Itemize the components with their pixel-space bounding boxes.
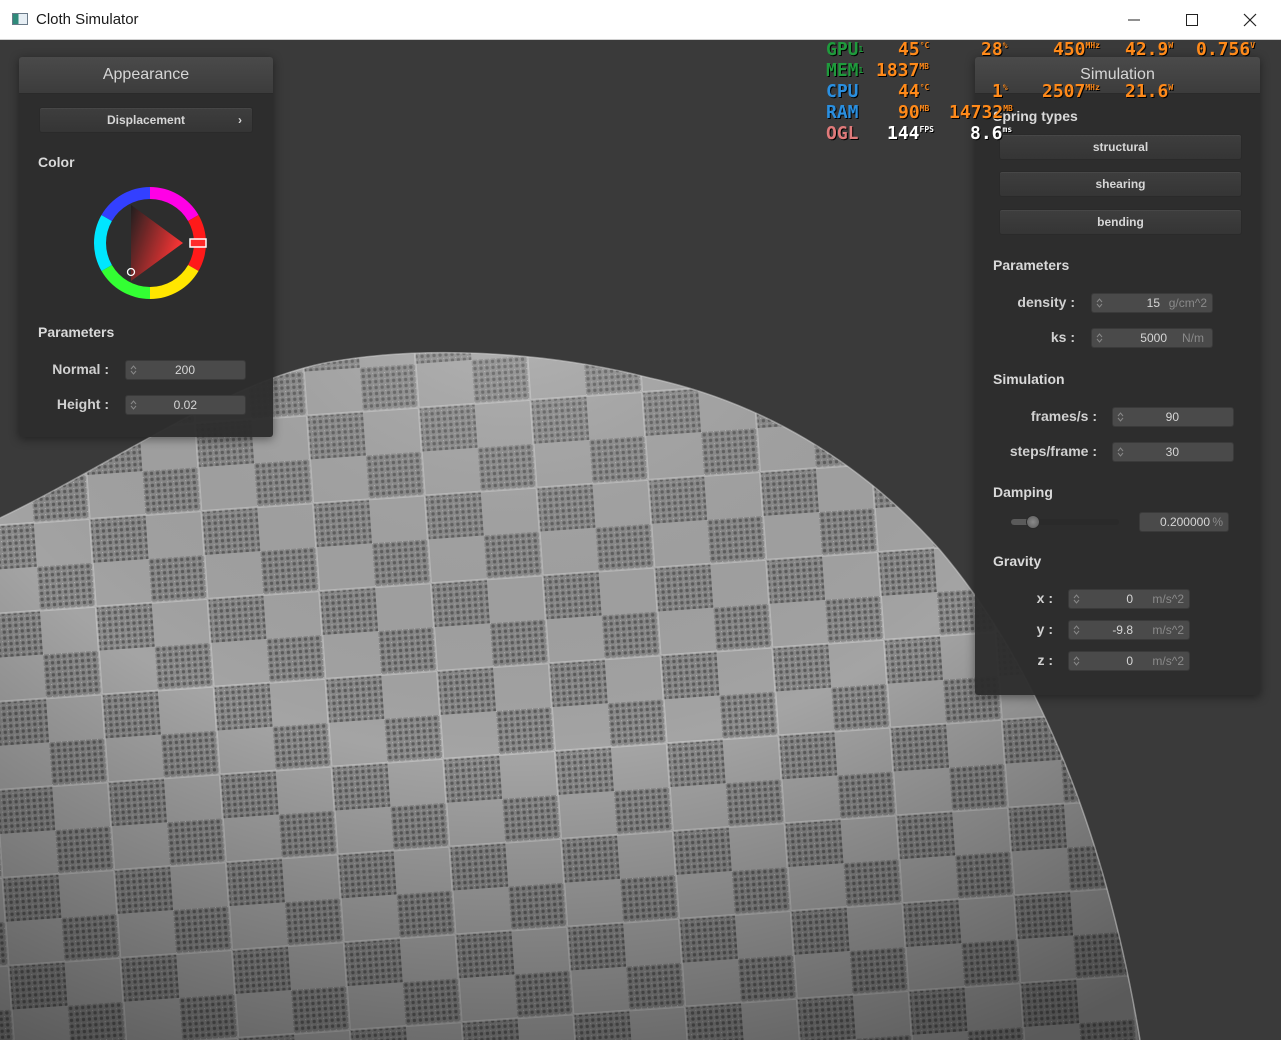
simulation-panel: Simulation Spring types structural shear… <box>975 57 1260 695</box>
spinner-icon[interactable] <box>1073 655 1080 667</box>
gravity-z-value: 0 <box>1126 654 1133 668</box>
color-wheel[interactable] <box>92 185 208 301</box>
damping-value: 0.200000 <box>1159 515 1210 529</box>
osd-gpu-load: 28% <box>981 39 1008 60</box>
osd-ram-value2: 14732MB <box>949 102 1013 123</box>
appearance-header[interactable]: Appearance <box>19 57 273 94</box>
osd-gpu-power: 42.9W <box>1125 39 1174 60</box>
damping-slider-knob[interactable] <box>1025 515 1040 529</box>
spinner-icon[interactable] <box>130 364 137 376</box>
frames-label: frames/s : <box>1030 408 1097 424</box>
density-label: density : <box>1017 294 1075 310</box>
spinner-icon[interactable] <box>130 399 137 411</box>
maximize-icon <box>1186 14 1198 26</box>
gravity-y-label: y : <box>1036 621 1053 637</box>
height-value: 0.02 <box>173 398 197 412</box>
minimize-icon <box>1128 19 1140 21</box>
sim-simulation-label: Simulation <box>993 371 1065 387</box>
normal-value: 200 <box>174 363 195 377</box>
gravity-y-input[interactable]: -9.8 m/s^2 <box>1068 620 1190 640</box>
gravity-x-input[interactable]: 0 m/s^2 <box>1068 589 1190 609</box>
osd-gpu-clock: 450MHz <box>1053 39 1100 60</box>
maximize-button[interactable] <box>1163 0 1221 39</box>
osd-ogl-label: OGL <box>826 123 859 144</box>
osd-ram-value: 90MB <box>898 102 930 123</box>
gravity-x-value: 0 <box>1126 592 1133 606</box>
displacement-label: Displacement <box>106 113 186 127</box>
density-unit: g/cm^2 <box>1168 296 1207 310</box>
color-label: Color <box>38 154 75 170</box>
osd-cpu-power: 21.6W <box>1125 81 1174 102</box>
ks-label: ks : <box>1050 329 1075 345</box>
gravity-x-label: x : <box>1036 590 1053 606</box>
app-icon <box>12 13 28 25</box>
osd-gpu-temp: 45°C <box>898 39 930 60</box>
density-input[interactable]: 15 g/cm^2 <box>1091 293 1213 313</box>
spinner-icon[interactable] <box>1117 446 1124 458</box>
ks-input[interactable]: 5000 N/m <box>1091 328 1213 348</box>
structural-button[interactable]: structural <box>999 134 1242 160</box>
simulation-header[interactable]: Simulation <box>975 57 1260 94</box>
frames-input[interactable]: 90 <box>1112 407 1234 427</box>
gravity-y-unit: m/s^2 <box>1152 623 1184 637</box>
gravity-z-unit: m/s^2 <box>1152 654 1184 668</box>
minimize-button[interactable] <box>1105 0 1163 39</box>
gravity-x-unit: m/s^2 <box>1152 592 1184 606</box>
osd-cpu-label: CPU <box>826 81 859 102</box>
spinner-icon[interactable] <box>1096 297 1103 309</box>
appearance-parameters-label: Parameters <box>38 324 115 340</box>
close-icon <box>1243 13 1257 27</box>
height-label: Height : <box>56 396 109 412</box>
osd-cpu-clock: 2507MHz <box>1042 81 1100 102</box>
normal-label: Normal : <box>52 361 109 377</box>
damping-unit: % <box>1212 515 1223 529</box>
osd-mem-value: 1837MB <box>876 60 929 81</box>
osd-gpu-voltage: 0.756V <box>1196 39 1256 60</box>
damping-input[interactable]: 0.200000 % <box>1139 512 1229 532</box>
damping-slider-track[interactable] <box>1011 515 1119 529</box>
osd-fps: 144FPS <box>887 123 934 144</box>
steps-input[interactable]: 30 <box>1112 442 1234 462</box>
height-input[interactable]: 0.02 <box>125 395 246 415</box>
title-bar: Cloth Simulator <box>0 0 1281 40</box>
steps-value: 30 <box>1165 445 1179 459</box>
spinner-icon[interactable] <box>1096 332 1103 344</box>
density-value: 15 <box>1146 296 1160 310</box>
osd-cpu-temp: 44°C <box>898 81 930 102</box>
ks-value: 5000 <box>1140 331 1167 345</box>
osd-gpu-label: GPU1 <box>826 39 864 60</box>
normal-input[interactable]: 200 <box>125 360 246 380</box>
close-button[interactable] <box>1221 0 1279 39</box>
gravity-z-label: z : <box>1037 652 1053 668</box>
appearance-panel: Appearance Displacement › Color Paramete… <box>19 57 273 437</box>
spinner-icon[interactable] <box>1073 624 1080 636</box>
shearing-button[interactable]: shearing <box>999 171 1242 197</box>
gravity-label: Gravity <box>993 553 1042 569</box>
ks-unit: N/m <box>1182 331 1204 345</box>
window-title: Cloth Simulator <box>36 11 139 28</box>
frames-value: 90 <box>1165 410 1179 424</box>
chevron-right-icon: › <box>238 113 242 127</box>
damping-label: Damping <box>993 484 1053 500</box>
osd-ram-label: RAM <box>826 102 859 123</box>
gravity-z-input[interactable]: 0 m/s^2 <box>1068 651 1190 671</box>
hue-handle <box>189 238 207 248</box>
osd-cpu-load: 1% <box>992 81 1008 102</box>
gravity-y-value: -9.8 <box>1112 623 1133 637</box>
displacement-button[interactable]: Displacement › <box>39 107 253 133</box>
sim-parameters-label: Parameters <box>993 257 1070 273</box>
osd-frametime: 8.6ms <box>970 123 1013 144</box>
steps-label: steps/frame : <box>1009 443 1097 459</box>
spinner-icon[interactable] <box>1117 411 1124 423</box>
osd-mem-label: MEM1 <box>826 60 864 81</box>
bending-button[interactable]: bending <box>999 209 1242 235</box>
spinner-icon[interactable] <box>1073 593 1080 605</box>
